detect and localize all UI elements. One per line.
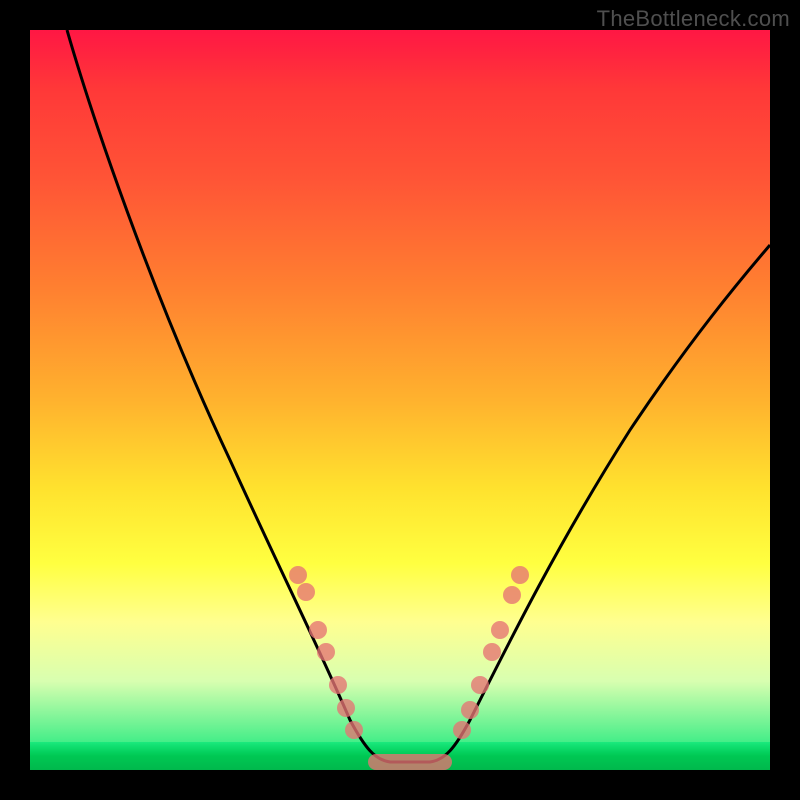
data-marker (483, 643, 501, 661)
data-marker (453, 721, 471, 739)
data-marker-cluster (368, 754, 452, 770)
data-marker (317, 643, 335, 661)
data-marker (289, 566, 307, 584)
plot-area (30, 30, 770, 770)
data-marker (309, 621, 327, 639)
bottleneck-curve-line (67, 30, 770, 762)
chart-frame: TheBottleneck.com (0, 0, 800, 800)
data-marker (503, 586, 521, 604)
data-marker (329, 676, 347, 694)
watermark-text: TheBottleneck.com (597, 6, 790, 32)
data-marker (471, 676, 489, 694)
data-marker (337, 699, 355, 717)
data-marker (297, 583, 315, 601)
data-marker (345, 721, 363, 739)
chart-svg (30, 30, 770, 770)
data-marker (461, 701, 479, 719)
data-marker (511, 566, 529, 584)
data-marker (491, 621, 509, 639)
